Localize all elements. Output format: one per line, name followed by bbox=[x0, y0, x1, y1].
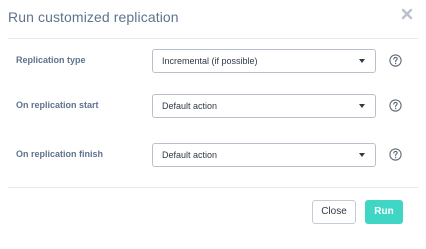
chevron-down-icon bbox=[359, 59, 365, 63]
replication-type-label: Replication type bbox=[16, 55, 86, 65]
replication-type-row: Replication type Incremental (if possibl… bbox=[0, 49, 426, 73]
question-circle-icon[interactable] bbox=[389, 148, 402, 161]
header-divider bbox=[8, 38, 418, 39]
replication-type-select[interactable]: Incremental (if possible) bbox=[152, 49, 376, 73]
run-replication-dialog: Run customized replication Replication t… bbox=[0, 0, 426, 249]
question-circle-icon[interactable] bbox=[389, 54, 402, 67]
replication-finish-row: On replication finish Default action bbox=[0, 143, 426, 167]
replication-type-value: Incremental (if possible) bbox=[162, 56, 258, 66]
chevron-down-icon bbox=[359, 104, 365, 108]
replication-finish-value: Default action bbox=[162, 150, 218, 160]
replication-finish-select[interactable]: Default action bbox=[152, 143, 376, 167]
replication-finish-label: On replication finish bbox=[16, 149, 104, 159]
run-button[interactable]: Run bbox=[365, 200, 403, 224]
footer-divider bbox=[8, 187, 418, 188]
replication-start-select[interactable]: Default action bbox=[152, 94, 376, 118]
chevron-down-icon bbox=[359, 153, 365, 157]
question-circle-icon[interactable] bbox=[389, 99, 402, 112]
replication-start-row: On replication start Default action bbox=[0, 94, 426, 118]
close-icon[interactable] bbox=[399, 6, 415, 22]
dialog-title: Run customized replication bbox=[8, 9, 179, 25]
close-button[interactable]: Close bbox=[312, 200, 356, 224]
replication-start-label: On replication start bbox=[16, 100, 99, 110]
replication-start-value: Default action bbox=[162, 101, 218, 111]
